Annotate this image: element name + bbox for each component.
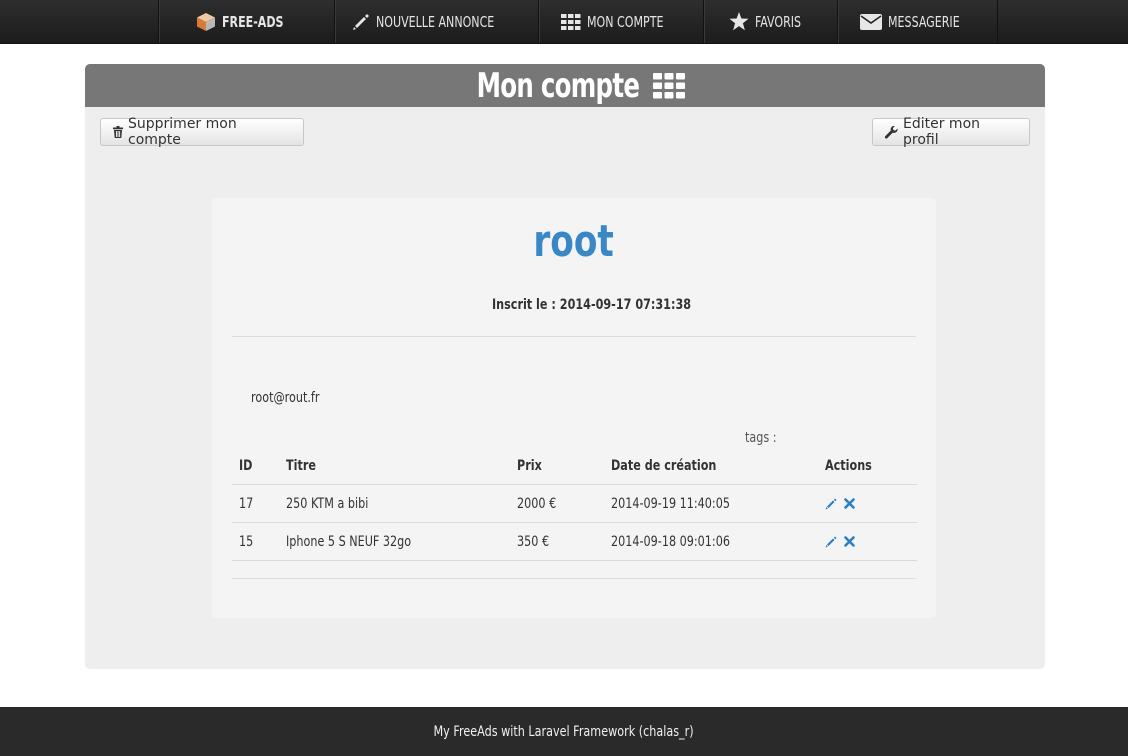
cell-id: 15: [239, 533, 254, 550]
nav-item-messagerie[interactable]: MESSAGERIE: [837, 0, 998, 43]
divider: [232, 578, 916, 579]
registered-label: Inscrit le :: [492, 297, 556, 313]
nav-item-nouvelle-annonce[interactable]: NOUVELLE ANNONCE: [334, 0, 538, 43]
pencil-icon: [352, 13, 370, 31]
table-row: 17 250 KTM a bibi 2000 € 2014-09-19 11:4…: [232, 485, 917, 523]
delete-x-icon[interactable]: [844, 498, 855, 509]
edit-pencil-icon[interactable]: [825, 536, 837, 548]
edit-profile-button[interactable]: Editer mon profil: [872, 116, 1030, 148]
delete-account-button[interactable]: Supprimer mon compte: [100, 116, 304, 148]
table-header-row: ID Titre Prix Date de création Actions: [232, 448, 917, 485]
cell-title: Iphone 5 S NEUF 32go: [286, 533, 412, 550]
cell-price: 2000 €: [517, 495, 557, 512]
cell-date: 2014-09-19 11:40:05: [611, 495, 730, 512]
nav-item-mon-compte[interactable]: MON COMPTE: [538, 0, 703, 43]
nav-item-favoris[interactable]: FAVORIS: [703, 0, 837, 43]
cube-logo-icon: [196, 12, 216, 32]
nav-item-label: MON COMPTE: [587, 12, 664, 31]
cell-id: 17: [239, 495, 254, 512]
username-text: root: [533, 216, 615, 267]
edit-pencil-icon[interactable]: [825, 498, 837, 510]
column-header-actions: Actions: [825, 458, 872, 474]
registration-info: Inscrit le : 2014-09-17 07:31:38: [492, 297, 741, 313]
nav-item-label: FAVORIS: [755, 12, 802, 31]
cell-date: 2014-09-18 09:01:06: [611, 533, 730, 550]
grid-icon: [652, 72, 685, 99]
nav-item-label: FREE-ADS: [221, 12, 284, 31]
cell-price: 350 €: [517, 533, 550, 550]
table-row: 15 Iphone 5 S NEUF 32go 350 € 2014-09-18…: [232, 523, 917, 561]
page-title: Mon compte: [476, 65, 640, 106]
username-heading: root: [212, 216, 936, 267]
delete-x-icon[interactable]: [844, 536, 855, 547]
grid-icon: [561, 13, 581, 30]
footer: My FreeAds with Laravel Framework (chala…: [0, 707, 1128, 756]
account-panel: Mon compte Supprimer mon compte Editer m…: [85, 64, 1045, 669]
column-header-date: Date de création: [611, 458, 717, 474]
registered-date: 2014-09-17 07:31:38: [559, 297, 692, 313]
delete-account-label: Supprimer mon compte: [128, 116, 237, 148]
divider: [232, 336, 916, 337]
profile-card: root Inscrit le : 2014-09-17 07:31:38 ro…: [212, 198, 936, 618]
top-navbar: FREE-ADS NOUVELLE ANNONCE MON COMPTE FAV…: [0, 0, 1128, 44]
edit-profile-label: Editer mon profil: [903, 116, 981, 148]
profile-email: root@rout.fr: [251, 390, 320, 406]
nav-items: FREE-ADS NOUVELLE ANNONCE MON COMPTE FAV…: [158, 0, 998, 43]
cell-actions: [825, 485, 862, 522]
cell-actions: [825, 523, 862, 560]
cell-title: 250 KTM a bibi: [286, 495, 369, 512]
star-icon: [729, 12, 749, 31]
column-header-id: ID: [239, 458, 253, 474]
column-header-title: Titre: [286, 458, 316, 474]
footer-text: My FreeAds with Laravel Framework (chala…: [433, 723, 695, 740]
ads-table: ID Titre Prix Date de création Actions 1…: [232, 448, 917, 561]
envelope-icon: [859, 13, 882, 30]
nav-item-free-ads[interactable]: FREE-ADS: [158, 0, 334, 43]
nav-item-label: NOUVELLE ANNONCE: [376, 12, 495, 31]
tags-label: tags :: [745, 430, 777, 446]
nav-item-label: MESSAGERIE: [887, 12, 960, 31]
wrench-icon: [885, 125, 898, 139]
column-header-price: Prix: [517, 458, 542, 474]
panel-header: Mon compte: [85, 64, 1045, 107]
trash-icon: [113, 126, 123, 138]
